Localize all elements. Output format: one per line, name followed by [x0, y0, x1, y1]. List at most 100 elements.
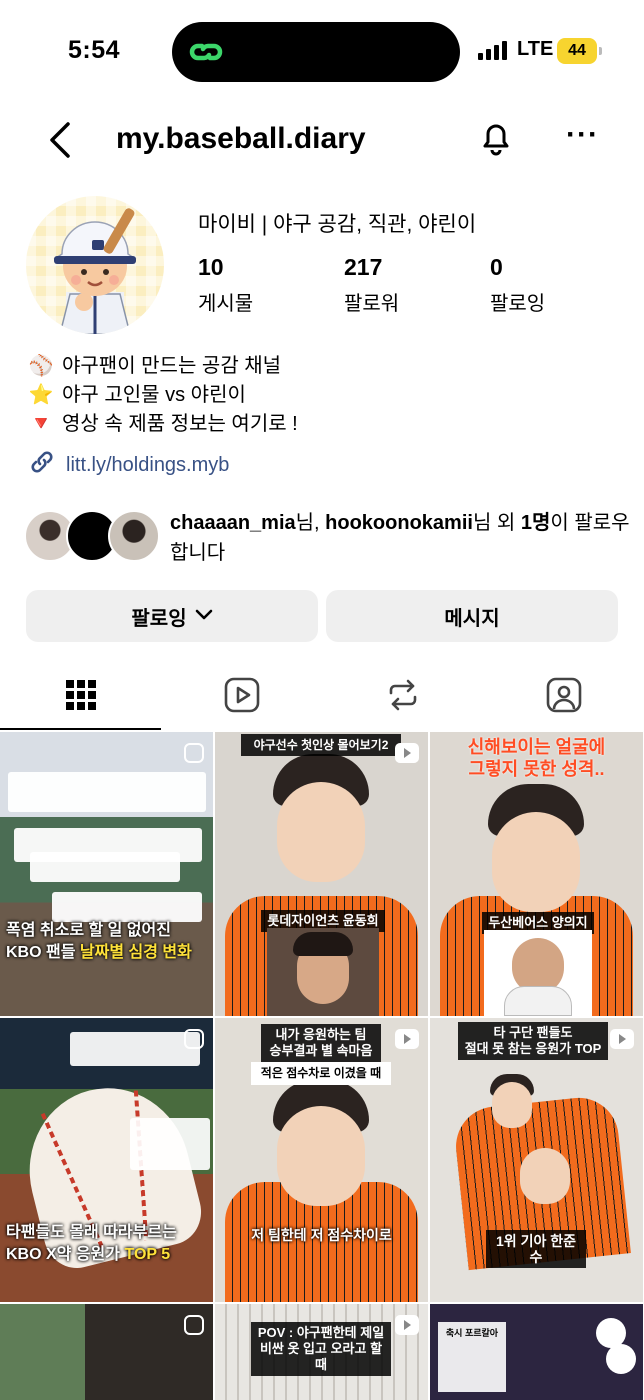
more-options-icon[interactable]: ··· — [566, 120, 599, 150]
chevron-down-icon — [195, 605, 213, 628]
post-title: POV : 야구팬한테 제일 비싼 옷 입고 오라고 할 때 — [251, 1322, 391, 1376]
tab-reels[interactable] — [161, 664, 322, 730]
message-label: 메시지 — [444, 607, 500, 630]
title-line: 절대 못 참는 응원가 TOP — [464, 1041, 602, 1056]
post-caption: 폭염 취소로 할 일 없어진 KBO 팬들 날짜별 심경 변화 — [6, 920, 207, 964]
reel-badge-icon — [183, 742, 205, 769]
title-line: 비싼 옷 입고 오라고 할 때 — [259, 1341, 383, 1372]
back-arrow-icon[interactable] — [44, 120, 76, 165]
face-shape — [277, 782, 365, 882]
caption-highlight: 날짜별 심경 변화 — [79, 944, 192, 961]
post-caption: 저 팀한테 저 점수차이로 — [251, 1227, 392, 1243]
reel-badge-icon — [183, 1314, 205, 1341]
reel-badge-icon — [394, 1028, 420, 1055]
reel-badge-icon — [394, 1314, 420, 1341]
bio-line: 🔻 영상 속 제품 정보는 여기로 ! — [28, 410, 298, 439]
crowd-image — [0, 1304, 213, 1400]
bio: ⚾ 야구팬이 만드는 공감 채널 ⭐ 야구 고인물 vs 야린이 🔻 영상 속 … — [28, 352, 298, 439]
stat-value: 217 — [344, 254, 383, 280]
link-text: litt.ly/holdings.myb — [66, 453, 230, 476]
post-title: 신해보이는 얼굴에 그렇지 못한 성격.. — [430, 736, 643, 780]
stat-label: 팔로잉 — [490, 293, 546, 315]
bio-text: 영상 속 제품 정보는 여기로 ! — [62, 413, 298, 435]
mutual-user[interactable]: hookoonokamii — [325, 512, 473, 534]
mutual-sep: 님 외 — [472, 512, 521, 534]
reel-badge-icon — [609, 1028, 635, 1055]
post-thumbnail[interactable] — [0, 1304, 213, 1400]
face-shape — [492, 812, 580, 912]
network-type: LTE — [517, 38, 554, 60]
display-name: 마이비 | 야구 공감, 직관, 야린이 — [198, 213, 477, 236]
title-line: POV : 야구팬한테 제일 — [257, 1325, 385, 1340]
signal-icon — [478, 40, 507, 60]
stat-value: 0 — [490, 254, 503, 280]
player-photo — [267, 928, 379, 1016]
mutual-count: 1명 — [520, 512, 551, 534]
following-count[interactable]: 0 팔로잉 — [490, 254, 545, 316]
title-line: 승부결과 별 속마음 — [269, 1043, 373, 1058]
tab-tagged[interactable] — [483, 664, 644, 730]
caption-line: KBO 팬들 날짜별 심경 변화 — [6, 942, 207, 964]
caption-part: KBO 팬들 — [6, 944, 80, 961]
link-icon — [28, 448, 56, 482]
post-thumbnail[interactable]: 내가 응원하는 팀 승부결과 별 속마음 적은 점수차로 이겼을 때 저 팀한테… — [215, 1018, 428, 1302]
post-note: 축시 포르칼아 — [445, 1328, 499, 1338]
title-line: 그렇지 못한 성격.. — [468, 759, 605, 779]
caption-line: 타팬들도 몰래 따라부르는 — [6, 1224, 177, 1241]
face-shape — [277, 1106, 365, 1206]
title-line: 타 구단 팬들도 — [493, 1025, 573, 1040]
face-shape — [492, 1082, 532, 1128]
mutual-followers[interactable]: chaaaan_mia님, hookoonokamii님 외 1명이 팔로우합니… — [24, 506, 630, 566]
caption-part: KBO X약 응원가 — [6, 1246, 125, 1263]
posts-count[interactable]: 10 게시물 — [198, 254, 253, 316]
following-label: 팔로잉 — [131, 607, 187, 630]
mutual-avatar — [108, 510, 160, 562]
post-thumbnail[interactable]: 축시 포르칼아 — [430, 1304, 643, 1400]
post-thumbnail[interactable]: POV : 야구팬한테 제일 비싼 옷 입고 오라고 할 때 — [215, 1304, 428, 1400]
title-line: 신해보이는 얼굴에 — [467, 737, 606, 757]
down-triangle-icon: 🔻 — [28, 413, 54, 435]
mutual-text: chaaaan_mia님, hookoonokamii님 외 1명이 팔로우합니… — [170, 508, 630, 568]
tab-indicator — [0, 728, 161, 730]
post-thumbnail[interactable]: 타팬들도 몰래 따라부르는 KBO X약 응원가 TOP 5 — [0, 1018, 213, 1302]
dynamic-island[interactable] — [172, 22, 460, 82]
bio-text: 야구 고인물 vs 야린이 — [62, 384, 246, 406]
message-button[interactable]: 메시지 — [326, 590, 618, 642]
status-time: 5:54 — [68, 36, 121, 64]
battery-icon: 44 — [557, 38, 602, 64]
caption-line: KBO X약 응원가 TOP 5 — [6, 1244, 207, 1266]
mutual-user[interactable]: chaaaan_mia — [170, 512, 296, 534]
status-bar: 5:54 LTE 44 — [0, 0, 644, 100]
page-title: my.baseball.diary — [116, 122, 366, 155]
profile-header: my.baseball.diary ··· — [0, 110, 644, 170]
post-thumbnail[interactable]: 타 구단 팬들도 절대 못 참는 응원가 TOP 1위 기아 한준수 — [430, 1018, 643, 1302]
bell-icon[interactable] — [476, 118, 516, 163]
star-icon: ⭐ — [28, 384, 54, 406]
profile-link[interactable]: litt.ly/holdings.myb — [28, 448, 229, 482]
tab-grid[interactable] — [0, 664, 161, 730]
reel-badge-icon — [183, 1028, 205, 1055]
bio-line: ⭐ 야구 고인물 vs 야린이 — [28, 381, 298, 410]
avatar[interactable] — [26, 196, 164, 334]
post-thumbnail[interactable]: 야구선수 첫인상 몰어보기2 롯데자이언츠 윤동희 — [215, 732, 428, 1016]
following-button[interactable]: 팔로잉 — [26, 590, 318, 642]
post-title: 타 구단 팬들도 절대 못 참는 응원가 TOP — [458, 1022, 608, 1060]
post-thumbnail[interactable]: 폭염 취소로 할 일 없어진 KBO 팬들 날짜별 심경 변화 — [0, 732, 213, 1016]
mutual-sep: 님, — [295, 512, 326, 534]
tagged-icon — [545, 676, 583, 719]
title-line: 내가 응원하는 팀 — [275, 1027, 367, 1042]
repost-icon — [385, 677, 421, 718]
post-title: 야구선수 첫인상 몰어보기2 — [241, 734, 401, 756]
stat-label: 팔로워 — [344, 293, 400, 315]
tab-reposts[interactable] — [322, 664, 483, 730]
post-title: 내가 응원하는 팀 승부결과 별 속마음 — [261, 1024, 381, 1062]
stat-value: 10 — [198, 254, 224, 280]
player-photo — [484, 930, 592, 1016]
player-tag: 1위 기아 한준수 — [486, 1230, 586, 1268]
reel-badge-icon — [394, 742, 420, 769]
post-thumbnail[interactable]: 신해보이는 얼굴에 그렇지 못한 성격.. 두산베어스 양의지 — [430, 732, 643, 1016]
bio-line: ⚾ 야구팬이 만드는 공감 채널 — [28, 352, 298, 381]
followers-count[interactable]: 217 팔로워 — [344, 254, 399, 316]
caption-highlight: TOP 5 — [124, 1246, 171, 1263]
grid-icon — [65, 679, 97, 716]
